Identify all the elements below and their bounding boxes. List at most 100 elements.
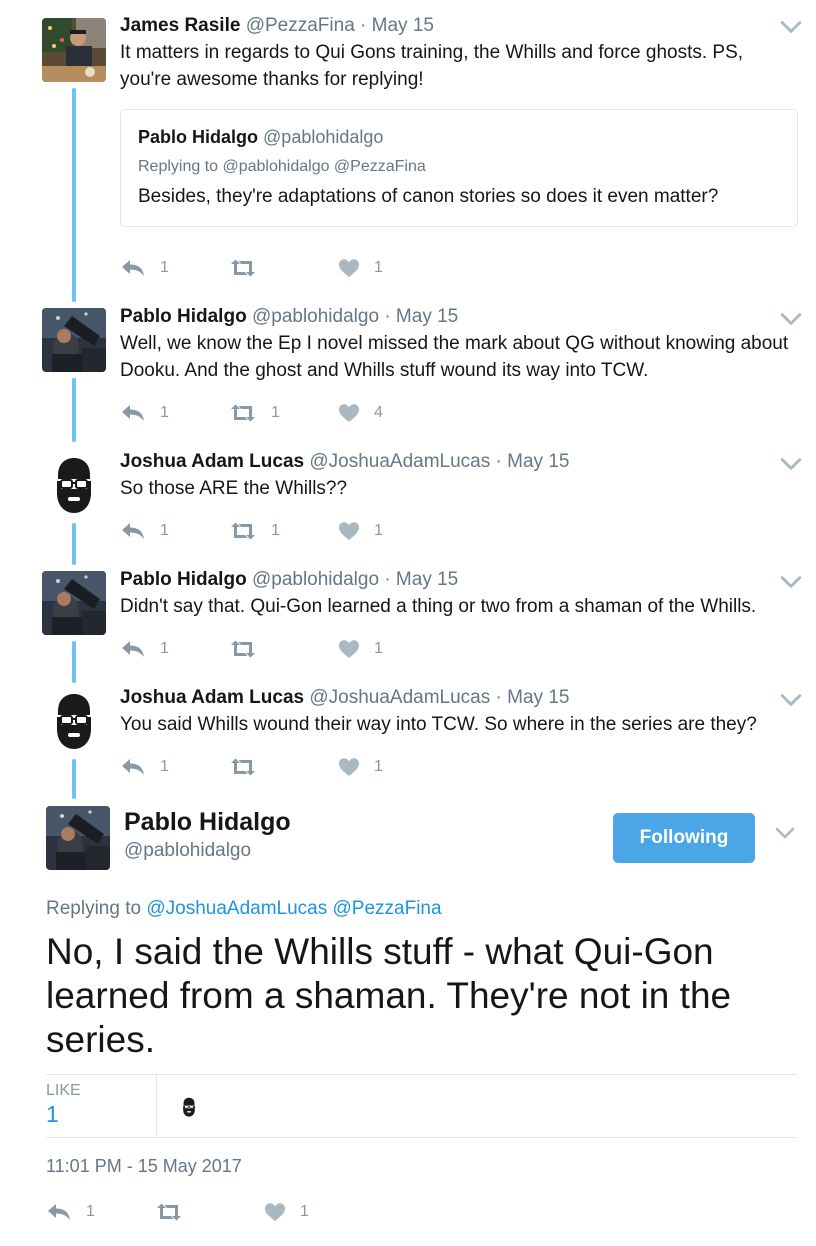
retweet-action[interactable] — [155, 1200, 197, 1224]
tweet-actions: 1 1 — [120, 256, 420, 280]
author-name[interactable]: Pablo Hidalgo — [120, 306, 247, 327]
avatar[interactable] — [42, 689, 106, 753]
chevron-down-icon[interactable] — [780, 16, 802, 38]
tweet-actions: 1 1 — [120, 755, 420, 779]
mention-link[interactable]: @PezzaFina — [333, 898, 442, 919]
liker-avatar[interactable] — [178, 1093, 200, 1121]
author-handle[interactable]: @pablohidalgo — [252, 306, 379, 327]
author-name[interactable]: Joshua Adam Lucas — [120, 451, 304, 472]
like-count: 1 — [300, 1203, 309, 1220]
reply-count: 1 — [160, 522, 169, 539]
tweet-text: Didn't say that. Qui-Gon learned a thing… — [120, 596, 757, 617]
heart-icon — [338, 757, 360, 777]
like-action[interactable]: 4 — [338, 401, 383, 425]
tweet-actions: 1 1 — [120, 637, 420, 661]
thread-tweet[interactable]: Joshua Adam Lucas @JoshuaAdamLucas · May… — [0, 686, 816, 800]
quoted-author-name: Pablo Hidalgo — [138, 127, 259, 147]
tweet-date[interactable]: May 15 — [372, 15, 434, 36]
reply-count: 1 — [86, 1203, 95, 1220]
retweet-icon — [229, 639, 257, 659]
chevron-down-icon[interactable] — [780, 689, 802, 711]
author-handle[interactable]: @PezzaFina — [246, 15, 355, 36]
main-tweet-actions: 1 1 — [46, 1200, 346, 1224]
following-button[interactable]: Following — [613, 813, 755, 863]
tweet-date[interactable]: May 15 — [396, 306, 458, 327]
main-avatar[interactable] — [46, 806, 110, 870]
retweet-action[interactable] — [229, 256, 271, 280]
chevron-down-icon[interactable] — [780, 453, 802, 475]
reply-icon — [120, 521, 146, 541]
thread-tweet[interactable]: Joshua Adam Lucas @JoshuaAdamLucas · May… — [0, 450, 816, 565]
separator: · — [360, 15, 367, 36]
author-handle[interactable]: @JoshuaAdamLucas — [309, 687, 490, 708]
tweet-date[interactable]: May 15 — [396, 569, 458, 590]
like-action[interactable]: 1 — [264, 1200, 309, 1224]
like-action[interactable]: 1 — [338, 256, 383, 280]
chevron-down-icon[interactable] — [775, 826, 795, 840]
tweet-header: Joshua Adam Lucas @JoshuaAdamLucas · May… — [120, 450, 569, 474]
heart-icon — [338, 521, 360, 541]
divider — [46, 1137, 796, 1138]
reply-icon — [120, 639, 146, 659]
retweet-icon — [229, 403, 257, 423]
avatar[interactable] — [42, 308, 106, 372]
reply-action[interactable]: 1 — [120, 256, 169, 280]
avatar[interactable] — [42, 571, 106, 635]
like-stat-count[interactable]: 1 — [46, 1101, 59, 1128]
like-count: 4 — [374, 404, 383, 421]
thread-connector — [72, 641, 76, 683]
author-name[interactable]: Pablo Hidalgo — [120, 569, 247, 590]
tweet-header: Joshua Adam Lucas @JoshuaAdamLucas · May… — [120, 686, 569, 710]
author-name[interactable]: James Rasile — [120, 15, 240, 36]
chevron-down-icon[interactable] — [780, 308, 802, 330]
retweet-action[interactable] — [229, 755, 271, 779]
like-action[interactable]: 1 — [338, 519, 383, 543]
main-author-name[interactable]: Pablo Hidalgo — [124, 808, 291, 837]
separator: · — [384, 306, 391, 327]
separator: · — [384, 569, 391, 590]
retweet-icon — [229, 757, 257, 777]
tweet-date[interactable]: May 15 — [507, 451, 569, 472]
thread-tweet[interactable]: Pablo Hidalgo @pablohidalgo · May 15 Wel… — [0, 305, 816, 445]
reply-action[interactable]: 1 — [120, 519, 169, 543]
avatar[interactable] — [42, 453, 106, 517]
like-action[interactable]: 1 — [338, 637, 383, 661]
retweet-icon — [229, 258, 257, 278]
tweet-text: It matters in regards to Qui Gons traini… — [120, 42, 744, 90]
author-name[interactable]: Joshua Adam Lucas — [120, 687, 304, 708]
retweet-icon — [155, 1202, 183, 1222]
like-count: 1 — [374, 640, 383, 657]
author-handle[interactable]: @JoshuaAdamLucas — [309, 451, 490, 472]
reply-icon — [120, 258, 146, 278]
stat-separator — [156, 1075, 157, 1137]
main-tweet-text: No, I said the Whills stuff - what Qui-G… — [46, 931, 732, 1060]
tweet-actions: 1 1 1 — [120, 519, 420, 543]
thread-tweet[interactable]: James Rasile @PezzaFina · May 15 It matt… — [0, 14, 816, 304]
thread-tweet[interactable]: Pablo Hidalgo @pablohidalgo · May 15 Did… — [0, 568, 816, 683]
tweet-date[interactable]: May 15 — [507, 687, 569, 708]
tweet-timestamp[interactable]: 11:01 PM - 15 May 2017 — [46, 1156, 242, 1177]
heart-icon — [264, 1202, 286, 1222]
heart-icon — [338, 258, 360, 278]
reply-count: 1 — [160, 404, 169, 421]
author-handle[interactable]: @pablohidalgo — [252, 569, 379, 590]
tweet-text: So those ARE the Whills?? — [120, 478, 348, 499]
avatar[interactable] — [42, 18, 106, 82]
reply-action[interactable]: 1 — [120, 401, 169, 425]
like-action[interactable]: 1 — [338, 755, 383, 779]
mention-link[interactable]: @JoshuaAdamLucas — [146, 898, 327, 919]
thread-connector — [72, 88, 76, 302]
retweet-action[interactable] — [229, 637, 271, 661]
tweet-text: Well, we know the Ep I novel missed the … — [120, 333, 789, 381]
reply-action[interactable]: 1 — [46, 1200, 95, 1224]
retweet-count: 1 — [271, 522, 280, 539]
quoted-author-handle: @pablohidalgo — [263, 127, 384, 147]
retweet-action[interactable]: 1 — [229, 401, 280, 425]
chevron-down-icon[interactable] — [780, 571, 802, 593]
retweet-action[interactable]: 1 — [229, 519, 280, 543]
quoted-tweet[interactable]: Pablo Hidalgo @pablohidalgo Replying to … — [120, 109, 798, 227]
retweet-count: 1 — [271, 404, 280, 421]
main-author-handle[interactable]: @pablohidalgo — [124, 840, 251, 862]
reply-action[interactable]: 1 — [120, 637, 169, 661]
reply-action[interactable]: 1 — [120, 755, 169, 779]
